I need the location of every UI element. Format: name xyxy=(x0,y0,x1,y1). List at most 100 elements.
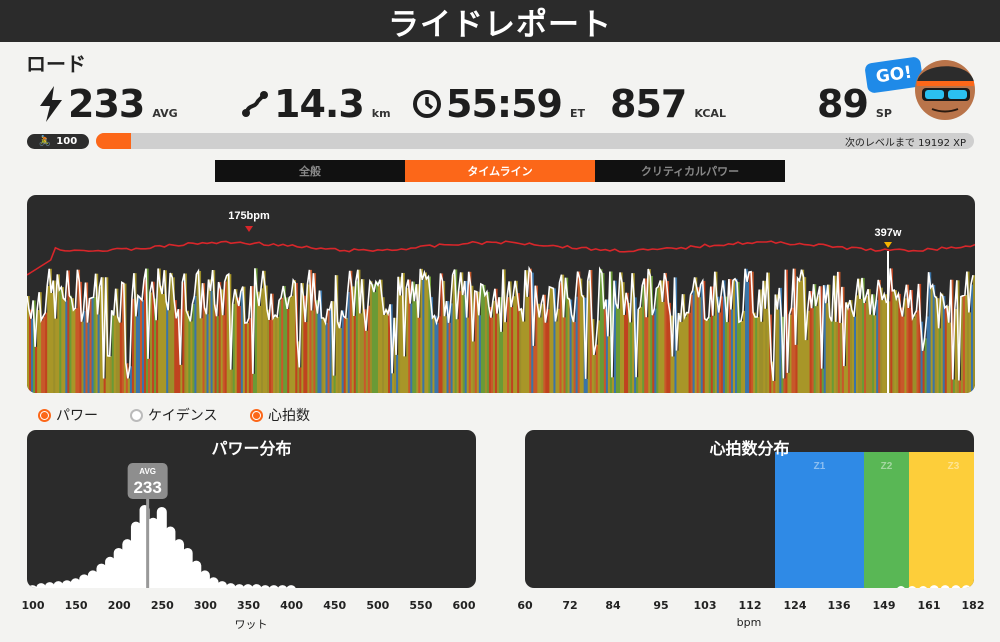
power-bar xyxy=(972,275,975,393)
hr-x-tick: 136 xyxy=(827,599,851,612)
power-peak-marker xyxy=(884,242,892,248)
hr-x-tick: 112 xyxy=(738,599,762,612)
power-bin-bar xyxy=(113,547,124,588)
tab-timeline[interactable]: タイムライン xyxy=(405,160,595,182)
xp-progress-fill xyxy=(96,133,132,149)
title-bar: ライドレポート xyxy=(0,0,1000,43)
time-unit: ET xyxy=(569,107,585,120)
sp-unit: SP xyxy=(875,107,892,120)
hr-x-ticks: 60 72 84 95 103 112 124 136 149 161 182 xyxy=(0,599,1000,613)
level-badge: 🚴 100 xyxy=(27,134,89,149)
power-bin-bar xyxy=(174,539,185,588)
hr-zone-label: Z2 xyxy=(881,461,893,472)
stat-time: 55:59 ET xyxy=(412,82,585,126)
lightning-icon xyxy=(40,86,62,122)
power-distribution-title: パワー分布 xyxy=(211,439,292,458)
power-bin-bar xyxy=(243,584,253,588)
tab-critical-power[interactable]: クリティカルパワー xyxy=(595,160,785,182)
xp-remaining-text: 次のレベルまで 19192 XP xyxy=(844,138,966,149)
power-bin-bar xyxy=(53,581,64,588)
hr-zone-band xyxy=(864,452,909,588)
power-bin-bar xyxy=(27,585,38,588)
calories-unit: KCAL xyxy=(694,107,726,120)
power-bin-bar xyxy=(260,585,270,588)
power-bin-bar xyxy=(61,580,72,588)
power-x-label: ワット xyxy=(234,618,268,631)
power-bin-bar xyxy=(277,585,288,588)
avg-badge-label: AVG xyxy=(139,467,156,476)
avatar xyxy=(915,60,975,120)
bike-icon: 🚴 xyxy=(38,136,52,147)
power-bin-bar xyxy=(44,582,55,588)
hr-zone-band xyxy=(909,452,974,588)
distance-unit: km xyxy=(371,107,391,120)
clock-icon xyxy=(413,90,441,118)
power-unit: AVG xyxy=(152,107,178,120)
hr-x-tick: 149 xyxy=(872,599,896,612)
power-bin-bar xyxy=(122,539,133,588)
hr-distribution-panel: Z1Z2Z3Z4Z5AVG164 心拍数分布 xyxy=(525,430,974,588)
heart-rate-line xyxy=(27,240,975,276)
power-bin-bar xyxy=(191,560,202,588)
power-bin-bar xyxy=(96,563,107,588)
hr-zone-label: Z1 xyxy=(814,461,826,472)
xp-progress-bar: 次のレベルまで 19192 XP xyxy=(96,133,974,149)
power-bin-bar xyxy=(182,547,193,588)
power-bin-bar xyxy=(130,521,141,588)
hr-zone-band xyxy=(775,452,864,588)
hr-x-tick: 60 xyxy=(517,599,533,612)
stat-power: 233 AVG xyxy=(38,82,178,126)
legend-cadence[interactable]: ケイデンス xyxy=(130,405,217,425)
hr-x-tick: 161 xyxy=(917,599,941,612)
page-title: ライドレポート xyxy=(388,6,612,43)
power-bin-bar xyxy=(225,583,236,588)
sport-label: ロード xyxy=(26,52,86,76)
radio-power[interactable] xyxy=(38,408,51,422)
power-bin-bar xyxy=(36,583,47,588)
hr-distribution-title: 心拍数分布 xyxy=(709,439,790,458)
level-number: 100 xyxy=(56,136,78,147)
hr-x-label: bpm xyxy=(736,616,762,629)
legend-power[interactable]: パワー xyxy=(38,405,98,425)
hr-x-tick: 182 xyxy=(961,599,985,612)
hr-peak-label: 175bpm xyxy=(228,210,270,222)
legend-heart-rate[interactable]: 心拍数 xyxy=(250,405,310,425)
avg-badge-value: 233 xyxy=(133,478,161,497)
hr-peak-marker xyxy=(245,226,253,232)
radio-heart-rate[interactable] xyxy=(250,408,263,422)
stat-distance: 14.3 km xyxy=(240,82,391,126)
power-bin-bar xyxy=(105,556,116,588)
tab-general[interactable]: 全般 xyxy=(215,160,405,182)
power-distribution-panel: AVG 233 パワー分布 xyxy=(27,430,476,588)
power-peak-label: 397w xyxy=(875,227,902,239)
power-bin-bar xyxy=(156,506,167,588)
sp-value: 89 xyxy=(817,82,869,126)
hr-x-tick: 95 xyxy=(653,599,669,612)
radio-cadence[interactable] xyxy=(130,408,143,422)
timeline-svg: 175bpm 397w xyxy=(27,210,975,393)
power-bin-bar xyxy=(199,570,210,588)
timeline-chart: 175bpm 397w xyxy=(27,195,975,393)
legend-cadence-label: ケイデンス xyxy=(148,408,218,424)
route-icon xyxy=(242,91,268,117)
report-tabs: 全般 タイムライン クリティカルパワー xyxy=(215,160,785,182)
power-bin-bar xyxy=(269,585,279,588)
power-bin-bar xyxy=(217,581,228,588)
power-bin-bar xyxy=(286,585,296,588)
legend-heart-rate-label: 心拍数 xyxy=(268,408,310,424)
power-bin-bar xyxy=(165,526,176,588)
power-bin-bar xyxy=(234,584,245,588)
calories-value: 857 xyxy=(610,82,687,126)
power-bin-bar xyxy=(79,574,90,588)
power-bin-bar xyxy=(208,577,219,588)
power-value: 233 xyxy=(68,82,145,126)
power-bin-bar xyxy=(70,578,81,588)
distance-value: 14.3 xyxy=(274,82,365,126)
hr-zone-label: Z3 xyxy=(948,461,960,472)
power-bin-bar xyxy=(87,570,98,588)
hr-x-tick: 84 xyxy=(605,599,621,612)
legend-power-label: パワー xyxy=(56,408,98,424)
hr-x-tick: 72 xyxy=(562,599,578,612)
hr-x-tick: 103 xyxy=(693,599,717,612)
power-bin-bar xyxy=(148,517,159,588)
